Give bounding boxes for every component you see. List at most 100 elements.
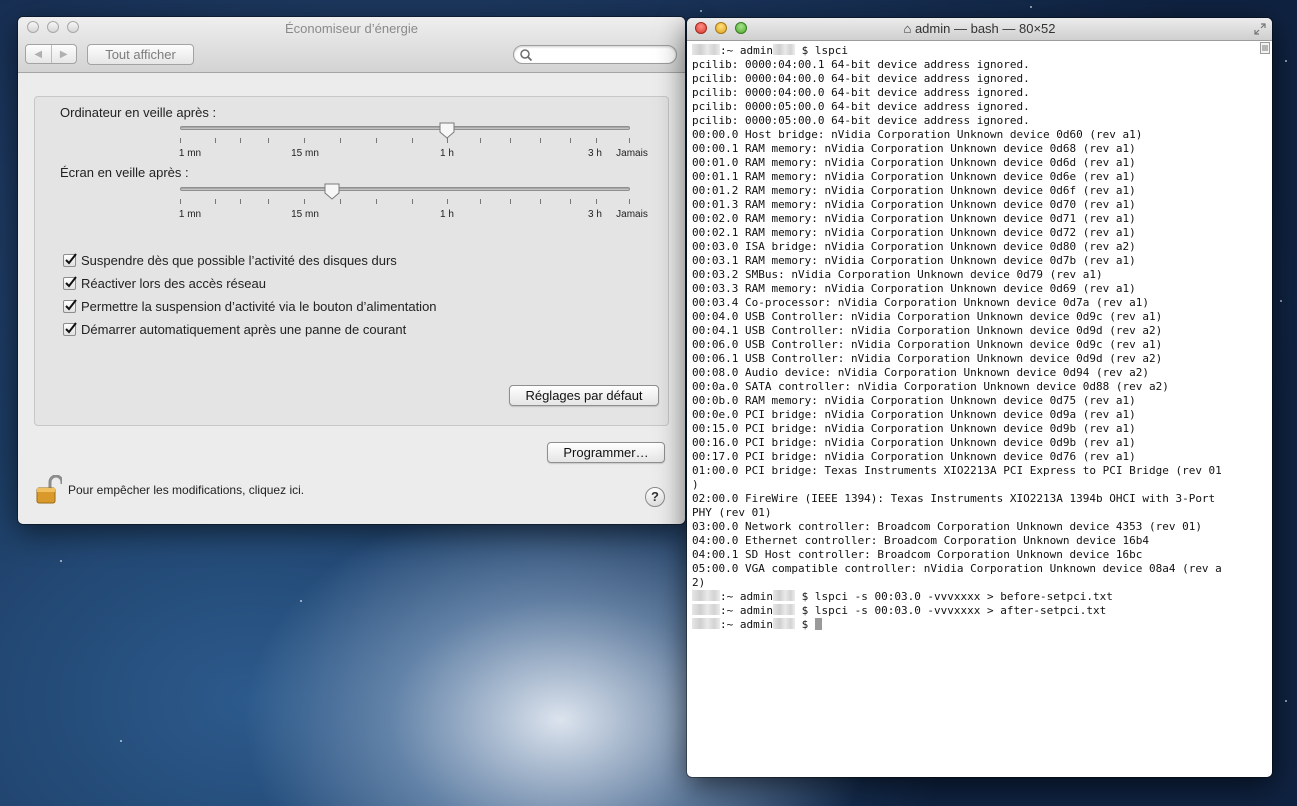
computer-sleep-ticks [180,138,630,144]
terminal-line: 00:00.0 Host bridge: nVidia Corporation … [692,128,1143,141]
terminal-line: 03:00.0 Network controller: Broadcom Cor… [692,520,1202,533]
star [1285,60,1287,62]
tick-label-1h: 1 h [440,209,454,220]
terminal-line: 00:0a.0 SATA controller: nVidia Corporat… [692,380,1169,393]
terminal-window: ⌂ admin — bash — 80×52 :~ admin $ lspci p… [687,18,1272,777]
terminal-line: 02:00.0 FireWire (IEEE 1394): Texas Inst… [692,492,1216,505]
terminal-line: 04:00.0 Ethernet controller: Broadcom Co… [692,534,1149,547]
computer-sleep-label: Ordinateur en veille après : [60,105,217,120]
checkbox-checked[interactable] [63,276,77,290]
terminal-line: 00:03.2 SMBus: nVidia Corporation Unknow… [692,268,1103,281]
star [120,740,122,742]
terminal-line: pcilib: 0000:04:00.0 64-bit device addre… [692,86,1030,99]
star [700,10,702,12]
terminal-line: 00:01.3 RAM memory: nVidia Corporation U… [692,198,1136,211]
redacted-hostname [692,44,720,55]
terminal-line: 00:17.0 PCI bridge: nVidia Corporation U… [692,450,1136,463]
option-label: Réactiver lors des accès réseau [81,276,266,291]
terminal-line: 00:01.0 RAM memory: nVidia Corporation U… [692,156,1136,169]
settings-panel: Ordinateur en veille après : 1 mn 15 mn … [34,96,669,426]
schedule-button[interactable]: Programmer… [547,442,665,463]
energy-saver-window: Économiseur d’énergie ◀ ▶ Tout afficher … [18,17,685,524]
checkmark-icon [65,253,77,265]
terminal-line: 00:15.0 PCI bridge: nVidia Corporation U… [692,422,1136,435]
tick-label-3h: 3 h [588,209,602,220]
toolbar: ◀ ▶ Tout afficher [18,40,685,73]
terminal-line: 00:01.2 RAM memory: nVidia Corporation U… [692,184,1136,197]
terminal-title-bar: ⌂ admin — bash — 80×52 [687,18,1272,41]
star [1285,700,1287,702]
option-spin-down-disks[interactable]: Suspendre dès que possible l’activité de… [63,253,397,268]
terminal-line: 00:04.1 USB Controller: nVidia Corporati… [692,324,1163,337]
terminal-line: PHY (rev 01) [692,506,772,519]
checkbox-checked[interactable] [63,253,77,267]
redacted-hostname [692,618,720,629]
home-icon: ⌂ [903,21,912,36]
terminal-line: 00:03.4 Co-processor: nVidia Corporation… [692,296,1149,309]
computer-sleep-knob[interactable] [439,122,455,139]
tick-label-15mn: 15 mn [291,209,319,220]
terminal-line: pcilib: 0000:04:00.1 64-bit device addre… [692,58,1030,71]
terminal-line: 00:03.1 RAM memory: nVidia Corporation U… [692,254,1136,267]
show-all-button[interactable]: Tout afficher [87,44,194,65]
terminal-line: :~ admin $ lspci [692,44,1258,58]
terminal-line: 00:03.3 RAM memory: nVidia Corporation U… [692,282,1136,295]
back-forward-control: ◀ ▶ [25,44,77,64]
tick-label-1h: 1 h [440,148,454,159]
redacted-username [772,604,795,615]
fullscreen-icon[interactable] [1254,23,1266,35]
window-title: Économiseur d’énergie [285,21,418,36]
terminal-line: 00:16.0 PCI bridge: nVidia Corporation U… [692,436,1136,449]
terminal-line: 00:08.0 Audio device: nVidia Corporation… [692,366,1149,379]
option-power-button-sleep[interactable]: Permettre la suspension d’activité via l… [63,299,437,314]
chevron-right-icon[interactable]: ▶ [52,45,77,63]
lock-area[interactable]: Pour empêcher les modifications, cliquez… [36,475,304,505]
terminal-line: ) [692,478,699,491]
checkbox-checked[interactable] [63,322,77,336]
restore-defaults-button[interactable]: Réglages par défaut [509,385,659,406]
terminal-line: 00:0e.0 PCI bridge: nVidia Corporation U… [692,408,1136,421]
lock-message: Pour empêcher les modifications, cliquez… [68,483,305,497]
redacted-hostname [692,590,720,601]
display-sleep-slider[interactable] [180,187,630,191]
star [1280,300,1282,302]
redacted-username [772,590,795,601]
display-sleep-knob[interactable] [324,183,340,200]
terminal-line: 00:04.0 USB Controller: nVidia Corporati… [692,310,1163,323]
option-restart-power-failure[interactable]: Démarrer automatiquement après une panne… [63,322,406,337]
star [300,600,302,602]
star [1030,6,1032,8]
text-cursor [814,618,822,630]
help-button[interactable]: ? [645,487,665,507]
computer-sleep-slider[interactable] [180,126,630,130]
tick-label-1mn: 1 mn [178,148,202,159]
search-input[interactable] [513,45,677,64]
unlocked-padlock-icon[interactable] [36,475,62,505]
search-icon [520,49,533,62]
title-bar: Économiseur d’énergie [18,17,685,40]
option-label: Permettre la suspension d’activité via l… [81,299,437,314]
terminal-line: pcilib: 0000:05:00.0 64-bit device addre… [692,114,1030,127]
terminal-line: :~ admin $ lspci -s 00:03.0 -vvvxxxx > a… [692,604,1258,618]
terminal-line: 00:00.1 RAM memory: nVidia Corporation U… [692,142,1136,155]
terminal-line: 05:00.0 VGA compatible controller: nVidi… [692,562,1222,575]
redacted-hostname [692,604,720,615]
display-sleep-label: Écran en veille après : [60,165,189,180]
option-label: Démarrer automatiquement après une panne… [81,322,407,337]
checkmark-icon [65,276,77,288]
terminal-line: :~ admin $ [692,618,1258,632]
checkmark-icon [65,322,77,334]
terminal-line: 00:06.0 USB Controller: nVidia Corporati… [692,338,1163,351]
checkmark-icon [65,299,77,311]
terminal-line: 00:01.1 RAM memory: nVidia Corporation U… [692,170,1136,183]
terminal-line: pcilib: 0000:04:00.0 64-bit device addre… [692,72,1030,85]
terminal-title: ⌂ admin — bash — 80×52 [903,21,1056,36]
checkbox-checked[interactable] [63,299,77,313]
chevron-left-icon[interactable]: ◀ [26,45,52,63]
display-sleep-ticks [180,199,630,205]
option-wake-network[interactable]: Réactiver lors des accès réseau [63,276,266,291]
terminal-output[interactable]: :~ admin $ lspci pcilib: 0000:04:00.1 64-… [692,44,1258,777]
scroll-indicator-icon[interactable] [1260,42,1270,54]
redacted-username [772,618,795,629]
terminal-line: pcilib: 0000:05:00.0 64-bit device addre… [692,100,1030,113]
